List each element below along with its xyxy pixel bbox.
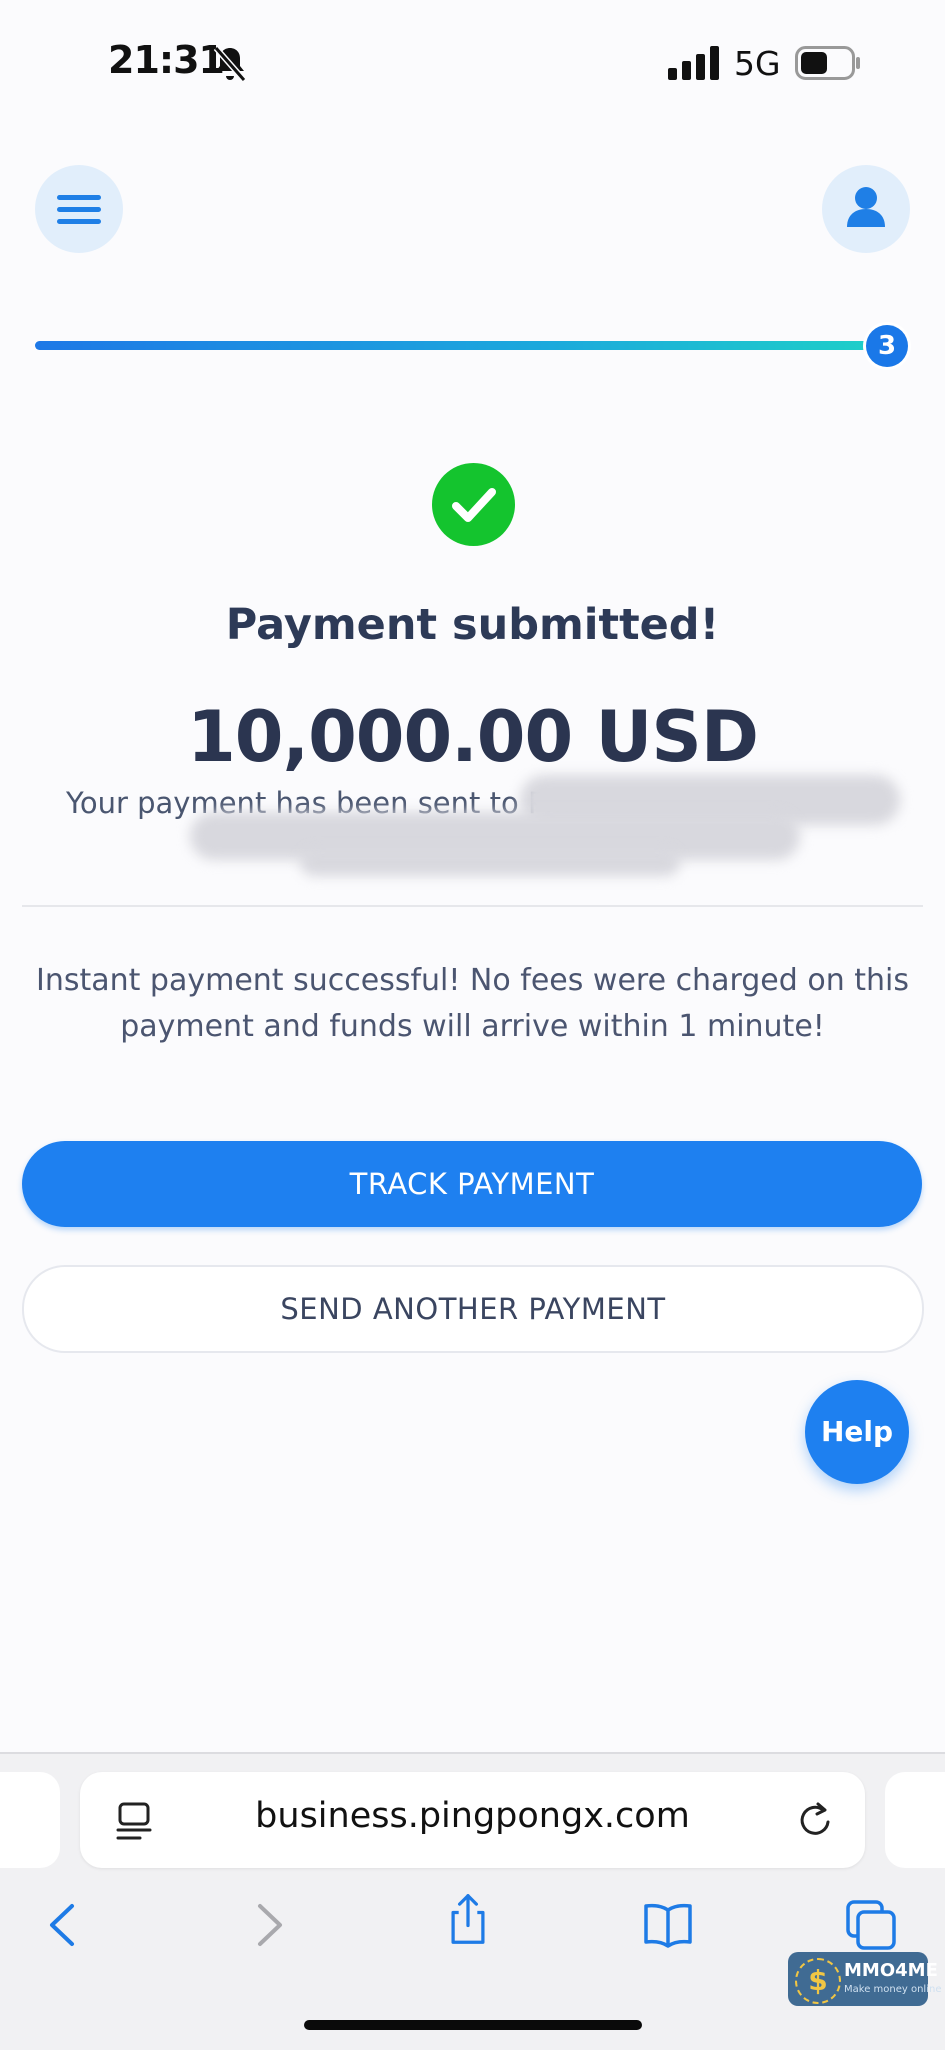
bookmarks-icon[interactable] bbox=[640, 1898, 696, 1952]
success-message: Instant payment successful! No fees were… bbox=[35, 963, 909, 1044]
watermark-tagline: Make money online bbox=[844, 1984, 942, 1995]
payment-amount: 10,000.00 USD bbox=[187, 696, 759, 778]
tabs-icon[interactable] bbox=[844, 1898, 900, 1952]
success-check-icon bbox=[432, 463, 515, 546]
url-text[interactable]: business.pingpongx.com bbox=[80, 1796, 865, 1836]
watermark-name: MMO4ME bbox=[844, 1960, 938, 1981]
back-icon[interactable] bbox=[36, 1898, 92, 1952]
reload-icon[interactable] bbox=[796, 1798, 836, 1840]
page-title: Payment submitted! bbox=[225, 600, 720, 650]
step-badge: 3 bbox=[866, 325, 908, 367]
hamburger-icon bbox=[57, 195, 101, 224]
menu-button[interactable] bbox=[35, 165, 123, 253]
home-indicator[interactable] bbox=[304, 2020, 642, 2030]
progress-bar bbox=[35, 341, 885, 350]
track-payment-button[interactable]: TRACK PAYMENT bbox=[22, 1141, 922, 1227]
bell-slash-icon bbox=[213, 46, 247, 82]
send-another-payment-button[interactable]: SEND ANOTHER PAYMENT bbox=[22, 1265, 924, 1353]
help-button[interactable]: Help bbox=[805, 1380, 909, 1484]
signal-icon bbox=[668, 46, 719, 80]
watermark-symbol: $ bbox=[808, 1964, 828, 1997]
network-label: 5G bbox=[734, 44, 781, 83]
page-menu-icon[interactable] bbox=[116, 1800, 152, 1842]
profile-button[interactable] bbox=[822, 165, 910, 253]
redaction-mark bbox=[300, 848, 680, 876]
next-tab-preview[interactable] bbox=[885, 1772, 945, 1868]
divider bbox=[22, 905, 923, 907]
battery-icon bbox=[795, 46, 860, 80]
previous-tab-preview[interactable] bbox=[0, 1772, 60, 1868]
share-icon[interactable] bbox=[440, 1892, 496, 1946]
user-icon bbox=[847, 187, 885, 227]
forward-icon[interactable] bbox=[240, 1898, 296, 1952]
status-time: 21:31 bbox=[108, 38, 225, 82]
